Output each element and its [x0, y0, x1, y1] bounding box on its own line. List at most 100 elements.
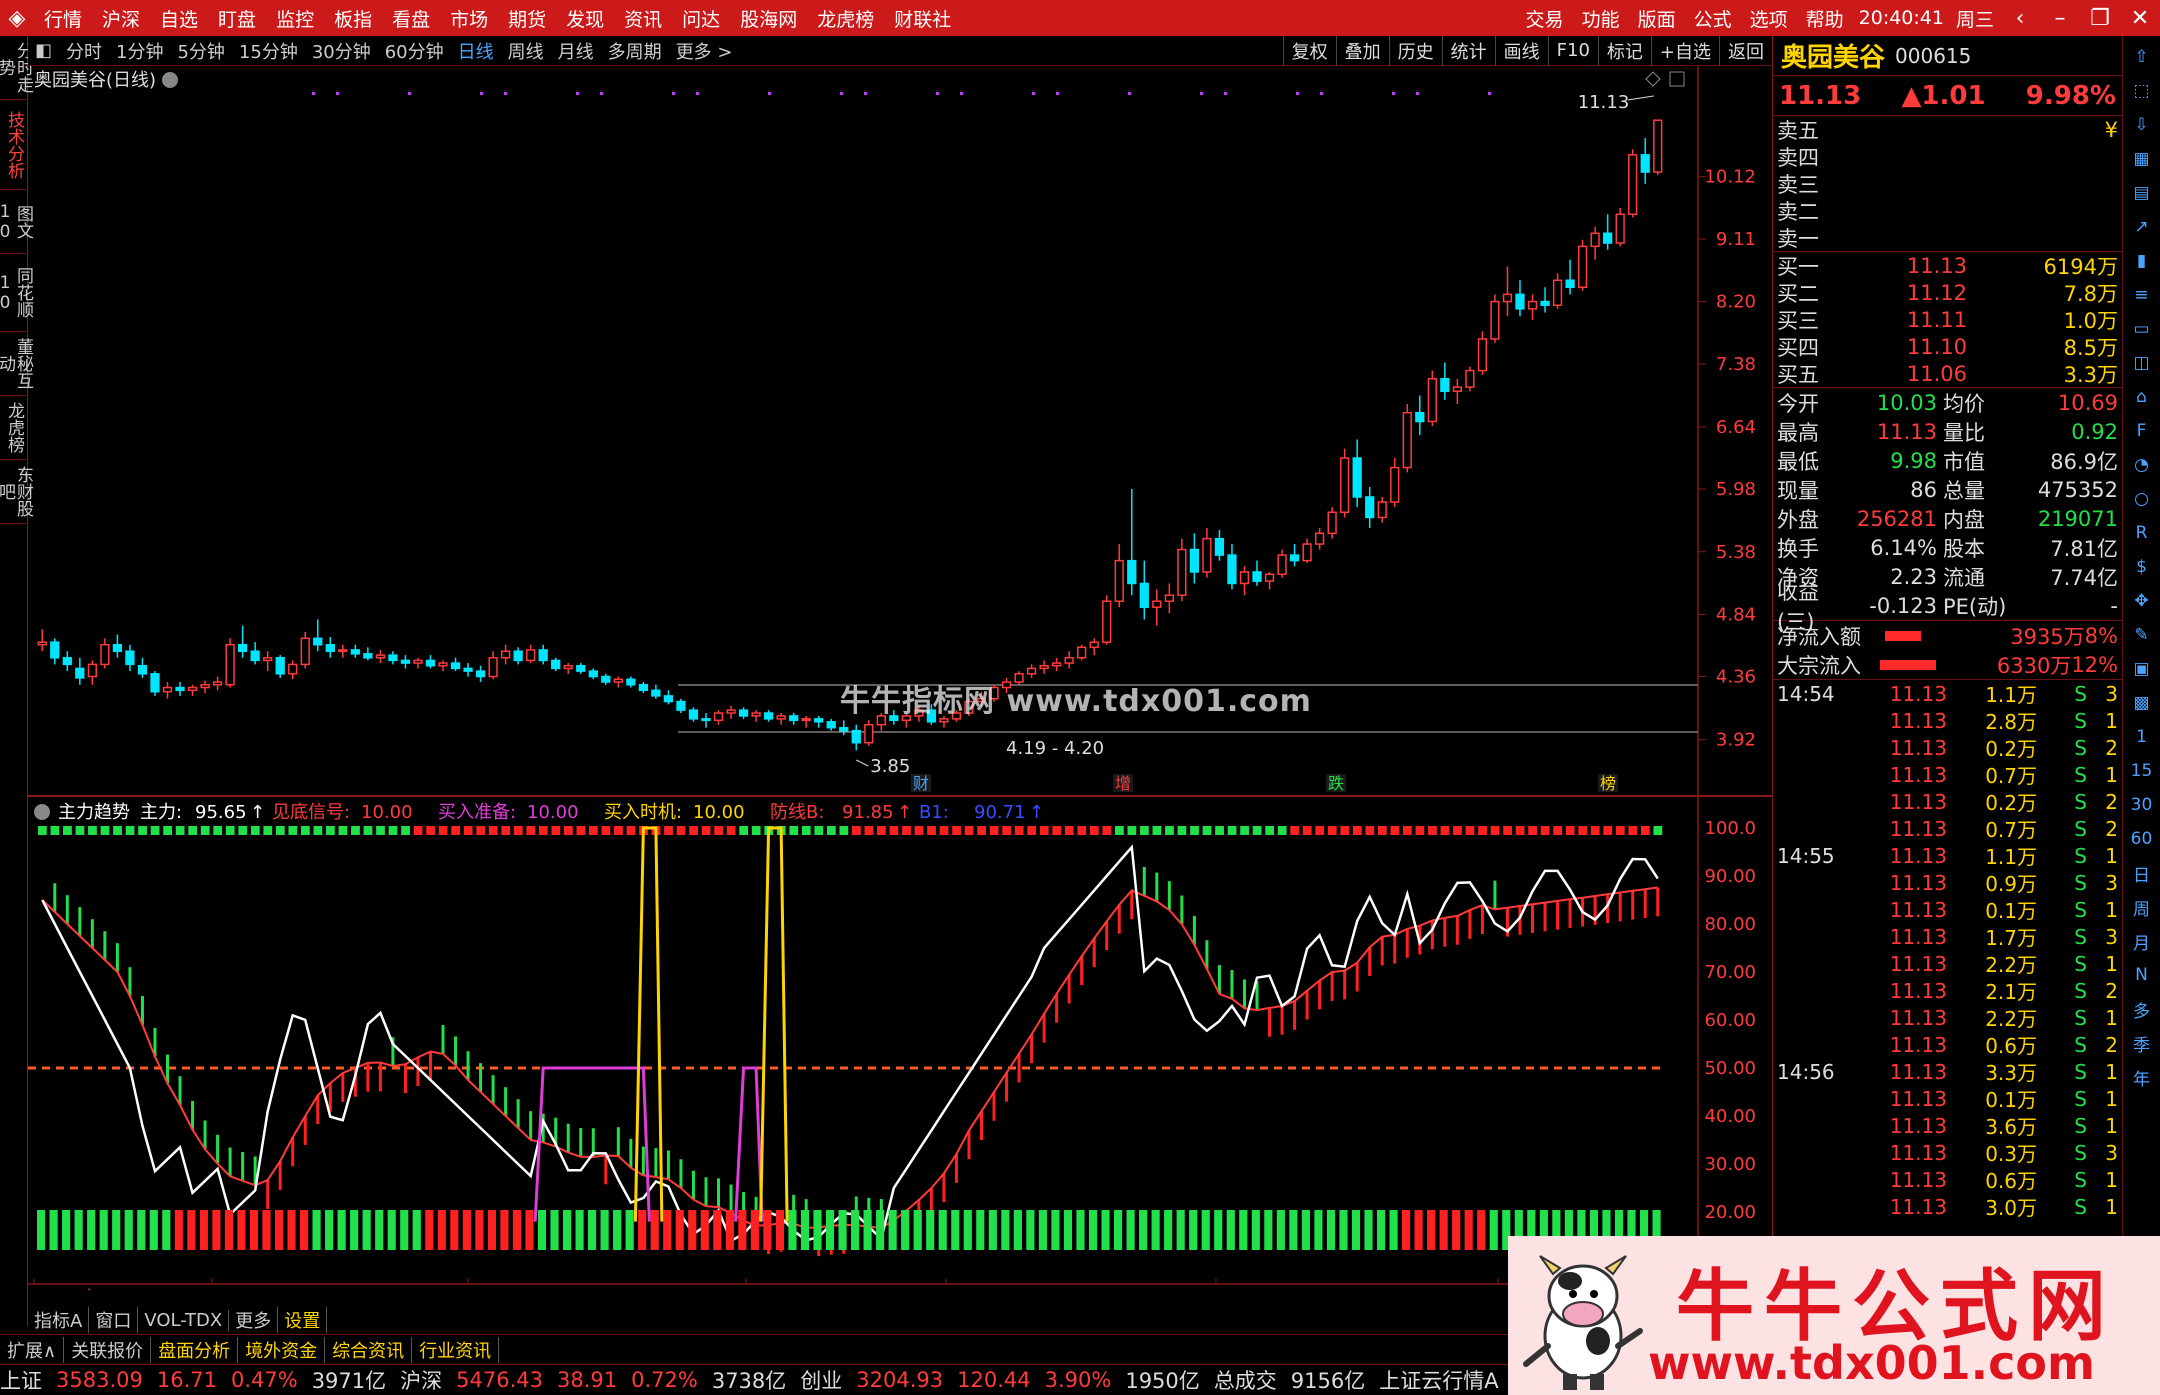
period-tab[interactable]: 周线	[501, 38, 551, 64]
menu-item[interactable]: 看盘	[382, 0, 440, 36]
period-shortcut[interactable]: 30	[2127, 790, 2157, 820]
down-arrow-icon[interactable]: ⇩	[2127, 110, 2157, 140]
period-tab[interactable]: 60分钟	[378, 38, 451, 64]
tool-button[interactable]: 历史	[1388, 35, 1442, 66]
cross-icon[interactable]: ✥	[2127, 586, 2157, 616]
back-arrow-icon[interactable]: ‹	[2000, 6, 2040, 31]
tool-button[interactable]: 统计	[1441, 35, 1495, 66]
circle-icon[interactable]: ○	[2127, 484, 2157, 514]
list-icon[interactable]: ≡	[2127, 280, 2157, 310]
close-icon[interactable]: ✕	[2120, 6, 2160, 31]
period-tab[interactable]: 1分钟	[109, 38, 170, 64]
toggle-panel-icon[interactable]: ◧	[28, 40, 59, 61]
ticker-item[interactable]: 38.91	[557, 1368, 617, 1392]
period-shortcut[interactable]: 15	[2127, 756, 2157, 786]
f10-icon[interactable]: F	[2127, 416, 2157, 446]
ticker-item[interactable]: 1950亿	[1125, 1365, 1199, 1395]
image-icon[interactable]: ▩	[2127, 688, 2157, 718]
menu-item[interactable]: 财联社	[884, 0, 961, 36]
ticker-item[interactable]: 5476.43	[456, 1368, 543, 1392]
menu-item-right[interactable]: 版面	[1629, 0, 1685, 36]
period-tab[interactable]: 更多 >	[669, 38, 740, 64]
period-tab[interactable]: 分时	[59, 38, 109, 64]
tool-button[interactable]: F10	[1547, 35, 1598, 66]
period-shortcut[interactable]: 月	[2127, 926, 2157, 956]
footer-tab[interactable]: 扩展∧	[0, 1336, 65, 1363]
line-chart-icon[interactable]: ↗	[2127, 212, 2157, 242]
ticker-item[interactable]: 沪深	[400, 1365, 442, 1395]
app-logo-icon[interactable]: ◈	[0, 0, 34, 36]
left-tab[interactable]: 同花顺10	[0, 254, 33, 332]
ticker-item[interactable]: 3738亿	[712, 1365, 786, 1395]
menu-item[interactable]: 龙虎榜	[807, 0, 884, 36]
menu-item-right[interactable]: 帮助	[1797, 0, 1853, 36]
page-icon[interactable]: ⬚	[2127, 76, 2157, 106]
menu-item[interactable]: 沪深	[92, 0, 150, 36]
left-tab[interactable]: 图文10	[0, 190, 33, 254]
menu-item[interactable]: 监控	[266, 0, 324, 36]
footer-tab[interactable]: 行业资讯	[412, 1336, 500, 1363]
up-arrow-icon[interactable]: ⇧	[2127, 42, 2157, 72]
left-tab[interactable]: 龙虎榜	[0, 396, 28, 460]
ticker-item[interactable]: 上证	[0, 1365, 42, 1395]
menu-item[interactable]: 板指	[324, 0, 382, 36]
period-shortcut[interactable]: 年	[2127, 1062, 2157, 1092]
ticker-item[interactable]: 16.71	[157, 1368, 217, 1392]
indicator-tab[interactable]: 设置	[278, 1307, 328, 1333]
menu-item-right[interactable]: 公式	[1685, 0, 1741, 36]
footer-tab[interactable]: 关联报价	[64, 1336, 152, 1363]
rsi-icon[interactable]: R	[2127, 518, 2157, 548]
menu-item[interactable]: 期货	[498, 0, 556, 36]
tool-button[interactable]: 复权	[1282, 35, 1336, 66]
menu-item[interactable]: 发现	[556, 0, 614, 36]
period-shortcut[interactable]: 60	[2127, 824, 2157, 854]
ticker-item[interactable]: 3583.09	[56, 1368, 143, 1392]
ticker-item[interactable]: 3.90%	[1045, 1368, 1112, 1392]
menu-item[interactable]: 盯盘	[208, 0, 266, 36]
period-shortcut[interactable]: N	[2127, 960, 2157, 990]
tool-button[interactable]: 画线	[1494, 35, 1548, 66]
ticker-item[interactable]: 120.44	[957, 1368, 1030, 1392]
period-shortcut[interactable]: 多	[2127, 994, 2157, 1024]
restore-icon[interactable]: ❐	[2080, 6, 2120, 31]
left-tab[interactable]: 技术分析	[0, 100, 28, 190]
menu-item[interactable]: 股海网	[730, 0, 807, 36]
ticker-item[interactable]: 0.47%	[231, 1368, 298, 1392]
period-tab[interactable]: 日线	[451, 38, 501, 64]
footer-tab[interactable]: 境外资金	[238, 1336, 326, 1363]
indicator-tab[interactable]: 指标A	[28, 1307, 90, 1333]
ticker-item[interactable]: 3971亿	[312, 1365, 386, 1395]
chart-icon[interactable]: ◫	[2127, 348, 2157, 378]
fs-icon[interactable]: ▣	[2127, 654, 2157, 684]
footer-tab[interactable]: 盘面分析	[151, 1336, 239, 1363]
period-shortcut[interactable]: 日	[2127, 858, 2157, 888]
menu-item-right[interactable]: 选项	[1741, 0, 1797, 36]
dollar-icon[interactable]: $	[2127, 552, 2157, 582]
period-shortcut[interactable]: 周	[2127, 892, 2157, 922]
menu-item[interactable]: 资讯	[614, 0, 672, 36]
period-tab[interactable]: 多周期	[601, 38, 669, 64]
left-tab[interactable]: 东财股吧	[0, 460, 33, 524]
period-shortcut[interactable]: 季	[2127, 1028, 2157, 1058]
footer-tab[interactable]: 综合资讯	[325, 1336, 413, 1363]
ticker-item[interactable]: 总成交	[1214, 1365, 1277, 1395]
ticker-item[interactable]: 0.72%	[631, 1368, 698, 1392]
ticker-item[interactable]: 上证云行情A	[1379, 1365, 1498, 1395]
menu-item[interactable]: 市场	[440, 0, 498, 36]
indicator-tab[interactable]: 窗口	[89, 1307, 139, 1333]
left-tab[interactable]: 分时走势	[0, 36, 33, 100]
period-tab[interactable]: 30分钟	[305, 38, 378, 64]
menu-item-right[interactable]: 交易	[1517, 0, 1573, 36]
period-shortcut[interactable]: 1	[2127, 722, 2157, 752]
candle-icon[interactable]: ▮	[2127, 246, 2157, 276]
indicator-tab[interactable]: VOL-TDX	[138, 1309, 230, 1331]
left-tab[interactable]: 董秘互动	[0, 332, 33, 396]
indicator-tab[interactable]: 更多	[229, 1307, 279, 1333]
period-tab[interactable]: 15分钟	[232, 38, 305, 64]
table-icon[interactable]: ▦	[2127, 144, 2157, 174]
doc-icon[interactable]: ▭	[2127, 314, 2157, 344]
tool-button[interactable]: 叠加	[1335, 35, 1389, 66]
menu-item[interactable]: 自选	[150, 0, 208, 36]
ticker-item[interactable]: 3204.93	[856, 1368, 943, 1392]
menu-item[interactable]: 行情	[34, 0, 92, 36]
